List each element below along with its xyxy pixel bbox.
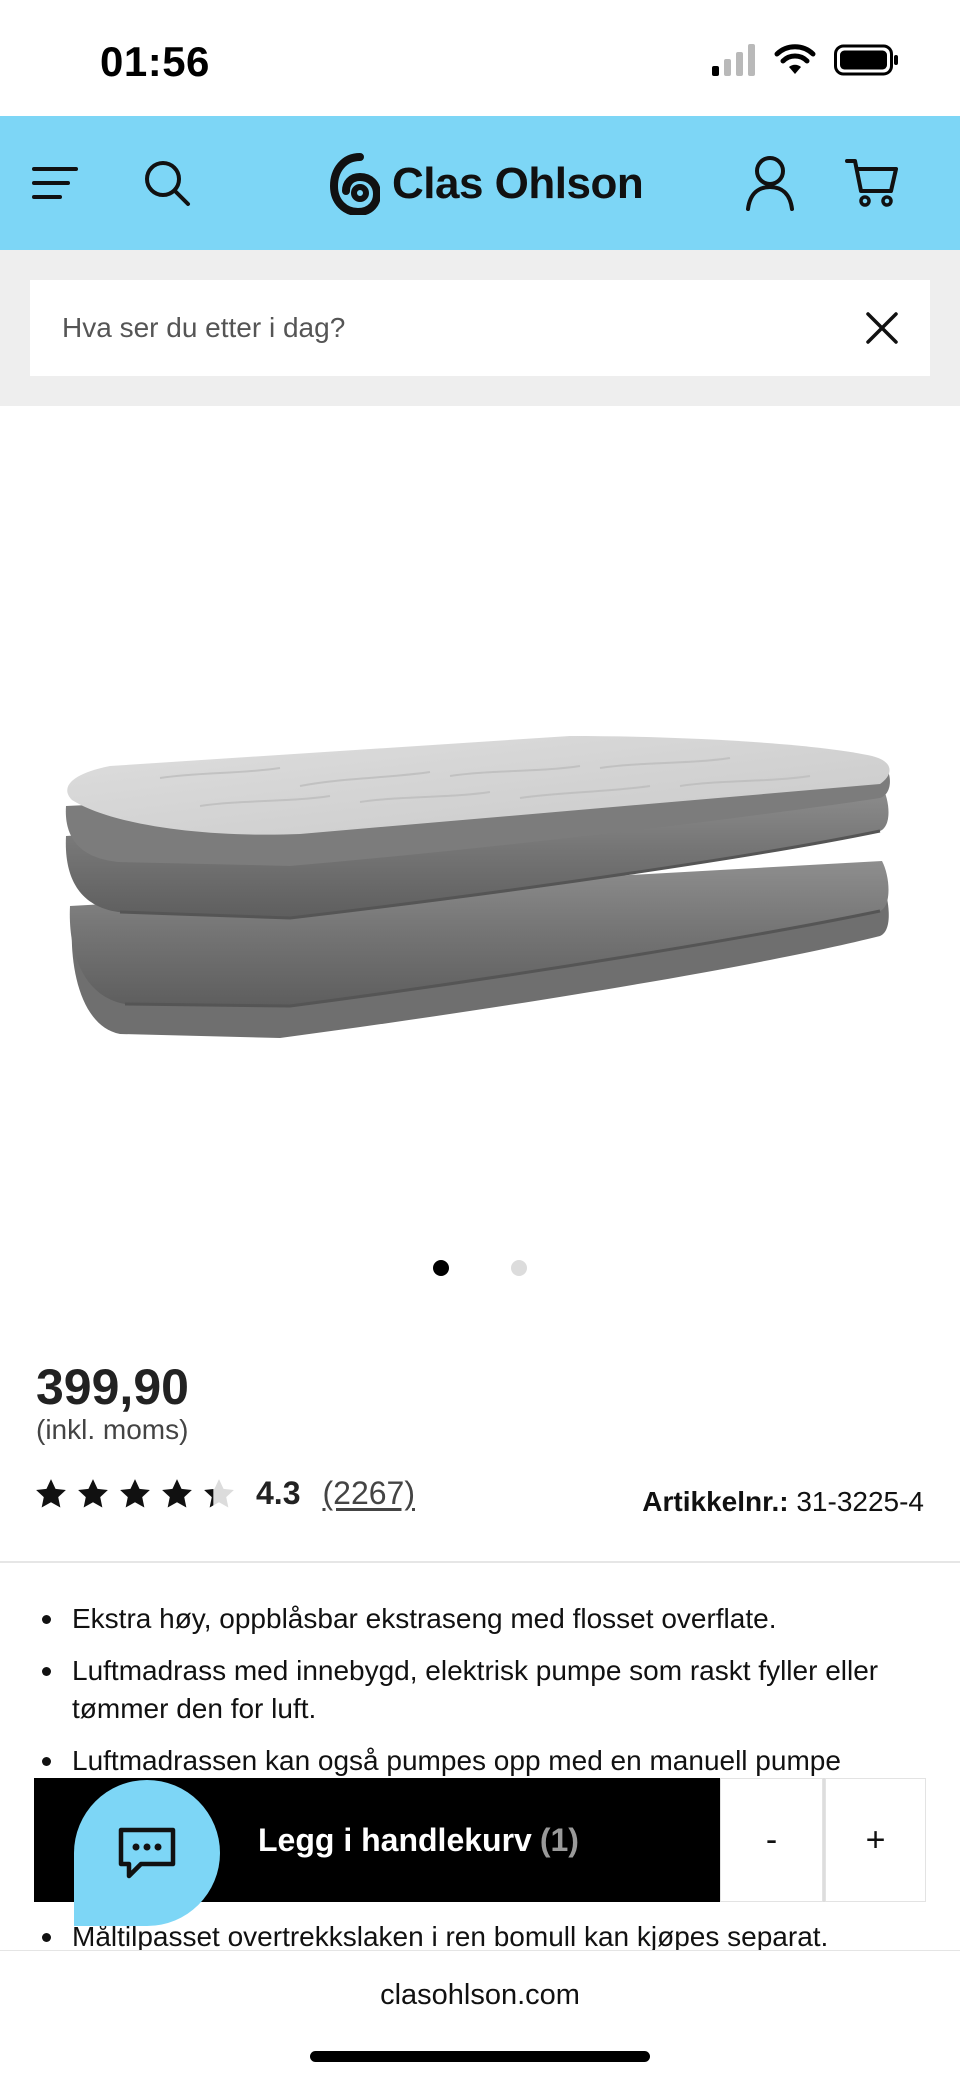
star-partial-icon: [204, 1478, 234, 1507]
decrease-quantity-button[interactable]: -: [720, 1778, 823, 1902]
review-count-link[interactable]: (2267): [322, 1475, 415, 1512]
url-bar[interactable]: clasohlson.com: [0, 1979, 960, 2012]
brand-name: Clas Ohlson: [392, 159, 644, 208]
gallery-dot-1[interactable]: [433, 1260, 449, 1276]
cart-button[interactable]: [838, 149, 906, 217]
star-full-icon: [120, 1478, 150, 1507]
add-to-cart-label: Legg i handlekurv: [258, 1821, 532, 1858]
site-header: Clas Ohlson: [0, 116, 960, 250]
vat-note: (inkl. moms): [36, 1414, 189, 1445]
user-icon: [746, 156, 794, 211]
hamburger-menu-icon: [32, 167, 78, 199]
browser-bar: clasohlson.com: [0, 1950, 960, 2078]
article-label: Artikkelnr.:: [642, 1486, 789, 1517]
home-indicator: [310, 2051, 650, 2062]
feature-item: Luftmadrassen kan også pumpes opp med en…: [36, 1742, 936, 1780]
rating-row[interactable]: 4.3 (2267): [34, 1475, 415, 1512]
search-box: [30, 280, 930, 376]
search-band: [0, 250, 960, 406]
rating-stars: [34, 1477, 236, 1511]
article-value: 31-3225-4: [796, 1486, 924, 1517]
star-full-icon: [36, 1478, 66, 1507]
cart-quantity: (1): [539, 1821, 579, 1858]
search-input[interactable]: [30, 280, 834, 376]
gallery-pagination: [0, 1260, 960, 1276]
star-full-icon: [162, 1478, 192, 1507]
status-icons: [712, 44, 900, 76]
rating-value: 4.3: [256, 1475, 301, 1511]
feature-item: Ekstra høy, oppblåsbar ekstraseng med fl…: [36, 1600, 936, 1638]
divider: [0, 1561, 960, 1563]
status-bar: 01:56: [0, 0, 960, 116]
search-clear-button[interactable]: [834, 280, 930, 376]
search-button[interactable]: [133, 149, 201, 217]
chat-button[interactable]: [74, 1780, 220, 1926]
gallery-dot-2[interactable]: [511, 1260, 527, 1276]
wifi-icon: [774, 44, 816, 74]
status-time: 01:56: [100, 38, 210, 85]
clas-ohlson-logo-icon: [330, 153, 380, 215]
article-number: Artikkelnr.: 31-3225-4: [642, 1486, 924, 1518]
increase-quantity-button[interactable]: +: [823, 1778, 926, 1902]
feature-item: Luftmadrass med innebygd, elektrisk pump…: [36, 1652, 936, 1728]
air-mattress-image: [65, 736, 890, 1038]
shopping-cart-icon: [845, 159, 898, 207]
menu-button[interactable]: [22, 149, 90, 217]
product-image-gallery[interactable]: [0, 406, 960, 1276]
product-price: 399,90: [36, 1359, 189, 1415]
feature-list: Ekstra høy, oppblåsbar ekstraseng med fl…: [36, 1600, 936, 1794]
chat-bubble-icon: [118, 1827, 176, 1879]
battery-icon: [834, 44, 898, 76]
close-icon: [866, 312, 898, 344]
star-full-icon: [78, 1478, 108, 1507]
cellular-signal-icon: [712, 44, 755, 76]
account-button[interactable]: [736, 149, 804, 217]
brand-logo[interactable]: Clas Ohlson: [330, 152, 644, 216]
search-icon: [145, 161, 190, 206]
